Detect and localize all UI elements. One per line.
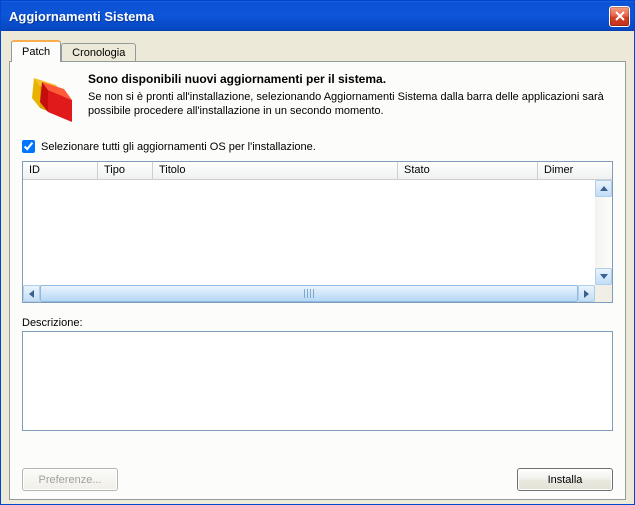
column-header-type[interactable]: Tipo (98, 162, 153, 180)
info-heading: Sono disponibili nuovi aggiornamenti per… (88, 72, 613, 86)
close-icon (615, 11, 625, 21)
horizontal-scroll-thumb[interactable] (40, 285, 578, 302)
tab-strip: Patch Cronologia (9, 39, 626, 61)
scrollbar-corner (595, 285, 612, 302)
info-text: Sono disponibili nuovi aggiornamenti per… (88, 72, 613, 124)
install-button-label: Installa (548, 474, 583, 486)
preferences-button-label: Preferenze... (39, 474, 102, 486)
updates-icon (28, 76, 76, 124)
horizontal-scrollbar[interactable] (23, 285, 595, 302)
scroll-up-button[interactable] (595, 180, 612, 197)
chevron-down-icon (600, 274, 608, 279)
vertical-scrollbar[interactable] (595, 180, 612, 285)
chevron-right-icon (584, 290, 589, 298)
scroll-right-button[interactable] (578, 285, 595, 302)
column-header-title-label: Titolo (159, 164, 186, 176)
column-header-status-label: Stato (404, 164, 430, 176)
vertical-scroll-track[interactable] (595, 197, 612, 268)
select-all-row: Selezionare tutti gli aggiornamenti OS p… (22, 140, 613, 153)
chevron-up-icon (600, 186, 608, 191)
column-header-type-label: Tipo (104, 164, 125, 176)
table-header-row: ID Tipo Titolo Stato Dimer (23, 162, 612, 180)
scroll-left-button[interactable] (23, 285, 40, 302)
tab-patch[interactable]: Patch (11, 40, 61, 62)
close-button[interactable] (609, 6, 630, 27)
column-header-size[interactable]: Dimer (538, 162, 612, 180)
install-button[interactable]: Installa (517, 468, 613, 491)
column-header-status[interactable]: Stato (398, 162, 538, 180)
tab-history[interactable]: Cronologia (61, 43, 136, 62)
tab-pane: Sono disponibili nuovi aggiornamenti per… (9, 61, 626, 500)
table-body (23, 180, 612, 302)
window-title: Aggiornamenti Sistema (9, 9, 609, 24)
window-frame: Aggiornamenti Sistema Patch Cronologia (0, 0, 635, 505)
button-row: Preferenze... Installa (22, 454, 613, 491)
select-all-label: Selezionare tutti gli aggiornamenti OS p… (41, 141, 316, 153)
description-label: Descrizione: (22, 317, 613, 329)
tab-history-label: Cronologia (72, 47, 125, 59)
tab-patch-label: Patch (22, 46, 50, 58)
column-header-size-label: Dimer (544, 164, 573, 176)
updates-table: ID Tipo Titolo Stato Dimer (22, 161, 613, 303)
info-subtext: Se non si è pronti all'installazione, se… (88, 90, 613, 119)
preferences-button: Preferenze... (22, 468, 118, 491)
column-header-id-label: ID (29, 164, 40, 176)
info-section: Sono disponibili nuovi aggiornamenti per… (22, 72, 613, 124)
description-box (22, 331, 613, 431)
window-body: Patch Cronologia (1, 31, 634, 504)
scroll-down-button[interactable] (595, 268, 612, 285)
select-all-checkbox[interactable] (22, 140, 35, 153)
titlebar[interactable]: Aggiornamenti Sistema (1, 1, 634, 31)
chevron-left-icon (29, 290, 34, 298)
column-header-id[interactable]: ID (23, 162, 98, 180)
column-header-title[interactable]: Titolo (153, 162, 398, 180)
